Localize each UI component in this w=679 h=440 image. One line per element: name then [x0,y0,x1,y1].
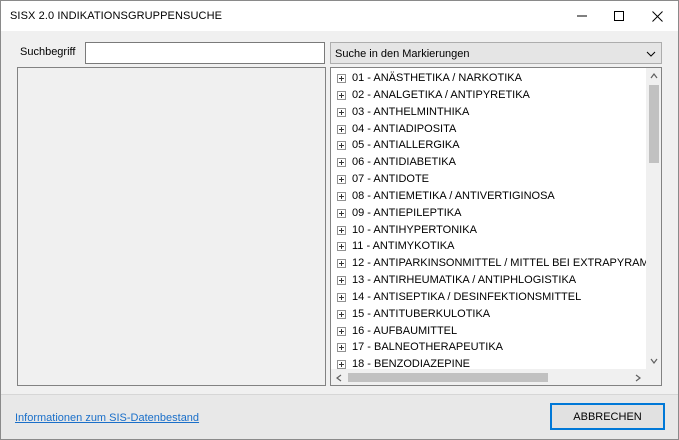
chevron-left-icon [336,374,342,381]
plus-box-icon[interactable] [337,73,346,83]
tree-item-label: 11 - ANTIMYKOTIKA [352,240,455,252]
tree-item-label: 18 - BENZODIAZEPINE [352,358,470,369]
plus-box-icon[interactable] [337,359,346,369]
tree-item-label: 10 - ANTIHYPERTONIKA [352,224,477,236]
scroll-left-button[interactable] [331,369,347,385]
tree-item[interactable]: 05 - ANTIALLERGIKA [337,137,647,153]
tree-item-label: 14 - ANTISEPTIKA / DESINFEKTIONSMITTEL [352,291,582,303]
search-scope-value: Suche in den Markierungen [335,48,470,60]
chevron-down-icon [650,358,658,364]
plus-box-icon[interactable] [337,90,346,100]
tree-item[interactable]: 14 - ANTISEPTIKA / DESINFEKTIONSMITTEL [337,289,647,305]
tree-item[interactable]: 02 - ANALGETIKA / ANTIPYRETIKA [337,87,647,103]
close-icon [651,10,663,22]
indication-group-tree[interactable]: 01 - ANÄSTHETIKA / NARKOTIKA 02 - ANALGE… [330,67,662,386]
tree-item[interactable]: 17 - BALNEOTHERAPEUTIKA [337,339,647,355]
search-scope-select[interactable]: Suche in den Markierungen [330,42,662,64]
horizontal-scrollbar[interactable] [331,369,646,385]
scroll-down-button[interactable] [646,353,661,369]
tree-item-label: 13 - ANTIRHEUMATIKA / ANTIPHLOGISTIKA [352,274,577,286]
tree-item-label: 17 - BALNEOTHERAPEUTIKA [352,341,503,353]
tree-item[interactable]: 18 - BENZODIAZEPINE [337,356,647,369]
tree-item[interactable]: 08 - ANTIEMETIKA / ANTIVERTIGINOSA [337,188,647,204]
plus-box-icon[interactable] [337,292,346,302]
scrollbar-corner [646,369,661,385]
minimize-button[interactable] [564,1,600,31]
tree-item[interactable]: 07 - ANTIDOTE [337,171,647,187]
tree-item[interactable]: 01 - ANÄSTHETIKA / NARKOTIKA [337,70,647,86]
tree-item[interactable]: 06 - ANTIDIABETIKA [337,154,647,170]
tree-item[interactable]: 16 - AUFBAUMITTEL [337,323,647,339]
tree-item-label: 02 - ANALGETIKA / ANTIPYRETIKA [352,89,530,101]
chevron-right-icon [635,374,641,381]
minimize-icon [577,15,587,17]
tree-item-label: 16 - AUFBAUMITTEL [352,325,458,337]
horizontal-scroll-thumb[interactable] [348,373,548,382]
title-bar[interactable]: SISX 2.0 INDIKATIONSGRUPPENSUCHE [1,1,678,31]
tree-item-label: 08 - ANTIEMETIKA / ANTIVERTIGINOSA [352,190,555,202]
tree-item[interactable]: 10 - ANTIHYPERTONIKA [337,222,647,238]
chevron-up-icon [650,73,658,79]
plus-box-icon[interactable] [337,326,346,336]
plus-box-icon[interactable] [337,241,346,251]
chevron-down-icon [646,51,656,57]
tree-item-label: 07 - ANTIDOTE [352,173,430,185]
tree-item[interactable]: 15 - ANTITUBERKULOTIKA [337,306,647,322]
tree-item-label: 12 - ANTIPARKINSONMITTEL / MITTEL BEI EX… [352,257,647,269]
tree-item[interactable]: 13 - ANTIRHEUMATIKA / ANTIPHLOGISTIKA [337,272,647,288]
search-label: Suchbegriff [20,46,76,58]
tree-items: 01 - ANÄSTHETIKA / NARKOTIKA 02 - ANALGE… [331,68,647,369]
tree-item-label: 04 - ANTIADIPOSITA [352,123,457,135]
cancel-button[interactable]: ABBRECHEN [550,403,665,430]
vertical-scroll-thumb[interactable] [649,85,659,163]
dialog-footer: Informationen zum SIS-Datenbestand ABBRE… [1,394,678,439]
plus-box-icon[interactable] [337,174,346,184]
tree-item[interactable]: 09 - ANTIEPILEPTIKA [337,205,647,221]
maximize-button[interactable] [601,1,637,31]
plus-box-icon[interactable] [337,208,346,218]
plus-box-icon[interactable] [337,191,346,201]
results-panel[interactable] [17,67,326,386]
plus-box-icon[interactable] [337,225,346,235]
plus-box-icon[interactable] [337,157,346,167]
plus-box-icon[interactable] [337,124,346,134]
plus-box-icon[interactable] [337,275,346,285]
plus-box-icon[interactable] [337,140,346,150]
data-info-link[interactable]: Informationen zum SIS-Datenbestand [15,412,199,424]
close-button[interactable] [639,1,675,31]
tree-item[interactable]: 03 - ANTHELMINTHIKA [337,104,647,120]
plus-box-icon[interactable] [337,342,346,352]
tree-item-label: 03 - ANTHELMINTHIKA [352,106,470,118]
vertical-scrollbar[interactable] [646,68,661,369]
tree-item-label: 15 - ANTITUBERKULOTIKA [352,308,491,320]
plus-box-icon[interactable] [337,258,346,268]
plus-box-icon[interactable] [337,309,346,319]
tree-item-label: 01 - ANÄSTHETIKA / NARKOTIKA [352,72,522,84]
window-title: SISX 2.0 INDIKATIONSGRUPPENSUCHE [10,10,223,22]
tree-item[interactable]: 12 - ANTIPARKINSONMITTEL / MITTEL BEI EX… [337,255,647,271]
tree-item-label: 09 - ANTIEPILEPTIKA [352,207,462,219]
plus-box-icon[interactable] [337,107,346,117]
tree-item[interactable]: 11 - ANTIMYKOTIKA [337,238,647,254]
search-input[interactable] [85,42,325,64]
tree-item-label: 05 - ANTIALLERGIKA [352,139,460,151]
scroll-up-button[interactable] [646,68,661,84]
maximize-icon [614,11,624,21]
scroll-right-button[interactable] [630,369,646,385]
tree-item-label: 06 - ANTIDIABETIKA [352,156,456,168]
dialog-window: SISX 2.0 INDIKATIONSGRUPPENSUCHE Suchbeg… [0,0,679,440]
tree-item[interactable]: 04 - ANTIADIPOSITA [337,121,647,137]
